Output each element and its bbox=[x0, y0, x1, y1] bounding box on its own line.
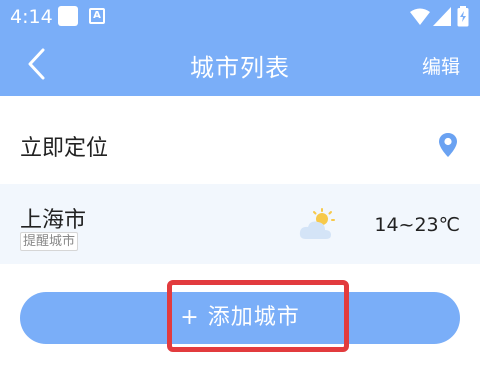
signal-icon bbox=[433, 7, 451, 26]
notification-a-icon: A bbox=[89, 8, 105, 24]
title-bar: 城市列表 编辑 bbox=[0, 34, 480, 96]
header-bar: 4:14 A 城市列表 编辑 bbox=[0, 0, 480, 96]
battery-icon bbox=[457, 6, 469, 27]
wifi-icon bbox=[410, 8, 430, 25]
status-time: 4:14 bbox=[10, 6, 53, 28]
locate-now-row[interactable]: 立即定位 bbox=[0, 116, 480, 176]
city-name: 上海市 bbox=[20, 208, 87, 233]
city-list-item[interactable]: 上海市 提醒城市 14~23℃ bbox=[0, 184, 480, 264]
temperature-range: 14~23℃ bbox=[374, 214, 460, 236]
remind-city-tag: 提醒城市 bbox=[20, 232, 79, 251]
page-title: 城市列表 bbox=[190, 54, 290, 82]
edit-button[interactable]: 编辑 bbox=[422, 52, 460, 79]
partly-cloudy-icon bbox=[299, 208, 335, 239]
notification-icon bbox=[58, 6, 78, 26]
location-pin-icon[interactable] bbox=[438, 132, 458, 158]
status-bar: 4:14 A bbox=[0, 0, 480, 34]
add-city-button[interactable]: + 添加城市 bbox=[20, 292, 460, 344]
locate-now-label: 立即定位 bbox=[20, 136, 109, 161]
